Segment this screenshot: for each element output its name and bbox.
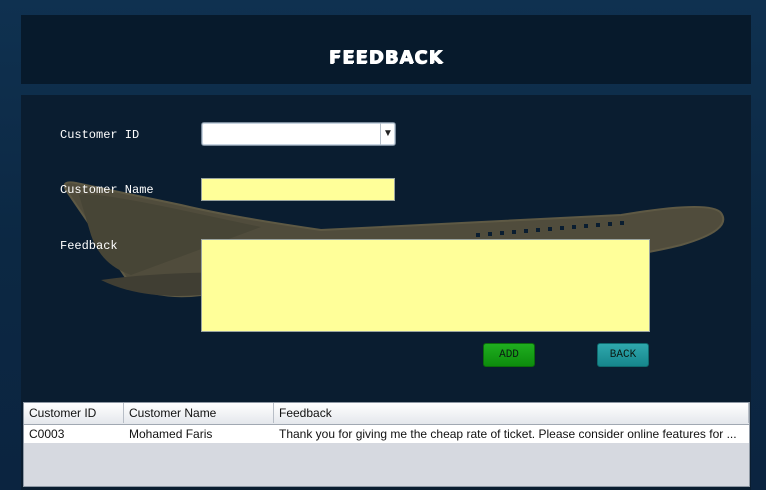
- chevron-down-icon[interactable]: ▼: [380, 123, 395, 145]
- customer-id-combobox[interactable]: ▼: [201, 122, 396, 146]
- feedback-table[interactable]: Customer ID Customer Name Feedback C0003…: [23, 402, 750, 487]
- back-button[interactable]: BACK: [597, 343, 649, 367]
- table-header: Customer ID Customer Name Feedback: [24, 403, 749, 425]
- table-row[interactable]: C0003 Mohamed Faris Thank you for giving…: [24, 425, 749, 443]
- page-title: FEEDBACK: [328, 47, 444, 68]
- column-header-feedback[interactable]: Feedback: [274, 403, 749, 423]
- customer-id-label: Customer ID: [60, 128, 140, 142]
- cell-feedback: Thank you for giving me the cheap rate o…: [279, 427, 737, 441]
- column-header-customer-name[interactable]: Customer Name: [124, 403, 274, 423]
- header-panel: FEEDBACK: [21, 15, 751, 84]
- column-header-customer-id[interactable]: Customer ID: [24, 403, 124, 423]
- customer-name-label: Customer Name: [60, 183, 154, 197]
- customer-name-field[interactable]: [201, 178, 395, 201]
- feedback-textarea[interactable]: [201, 239, 650, 332]
- cell-customer-id: C0003: [29, 427, 65, 441]
- add-button[interactable]: ADD: [483, 343, 535, 367]
- cell-customer-name: Mohamed Faris: [129, 427, 213, 441]
- feedback-label: Feedback: [60, 239, 118, 253]
